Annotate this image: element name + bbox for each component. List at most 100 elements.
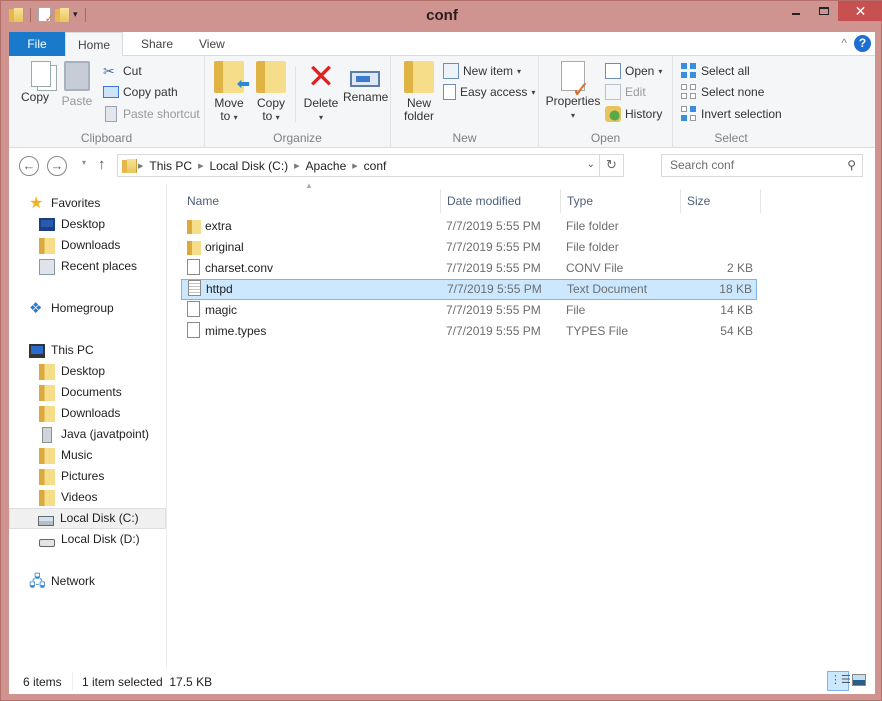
large-icons-view-button[interactable] xyxy=(852,674,866,686)
file-icon xyxy=(187,301,200,317)
explorer-window: ▾ conf ✕ File Home Share View ^ ? Copy P… xyxy=(0,0,882,701)
nav-pc-documents[interactable]: Documents xyxy=(39,382,122,403)
file-size: 2 KB xyxy=(726,261,753,275)
desktop-icon xyxy=(39,218,55,231)
file-name: httpd xyxy=(206,282,233,296)
computer-icon xyxy=(29,343,45,358)
paste-shortcut-button[interactable]: Paste shortcut xyxy=(103,104,200,124)
breadcrumb-this-pc[interactable]: This PC xyxy=(149,159,192,173)
chevron-right-icon[interactable]: ▶ xyxy=(294,162,299,170)
recent-locations-icon[interactable]: ▾ xyxy=(82,158,86,167)
chevron-right-icon[interactable]: ▶ xyxy=(198,162,203,170)
nav-favorites-recent-places[interactable]: Recent places xyxy=(39,256,137,277)
new-folder-button[interactable]: New folder xyxy=(397,61,441,123)
select-group-label: Select xyxy=(714,131,748,145)
column-header-size[interactable]: Size xyxy=(681,189,761,213)
rename-icon xyxy=(350,71,380,87)
column-header-type[interactable]: Type xyxy=(561,189,681,213)
nav-homegroup[interactable]: ❖ Homegroup xyxy=(29,298,114,319)
paste-icon xyxy=(64,61,90,91)
file-type: File folder xyxy=(566,219,619,233)
nav-pc-downloads[interactable]: Downloads xyxy=(39,403,120,424)
address-dropdown-icon[interactable]: ⌄ xyxy=(587,159,595,170)
breadcrumb-local-disk-c[interactable]: Local Disk (C:) xyxy=(209,159,288,173)
file-row-mime-types[interactable]: mime.types 7/7/2019 5:55 PM TYPES File 5… xyxy=(181,322,757,342)
documents-folder-icon xyxy=(39,384,55,401)
up-button[interactable]: ↑ xyxy=(98,156,106,173)
nav-pc-pictures[interactable]: Pictures xyxy=(39,466,104,487)
tab-share[interactable]: Share xyxy=(127,32,187,56)
search-input[interactable]: Search conf ⚲ xyxy=(661,154,863,177)
nav-pc-local-disk-c[interactable]: Local Disk (C:) xyxy=(9,508,166,529)
easy-access-button[interactable]: Easy access ▾ xyxy=(443,82,535,102)
file-size: 18 KB xyxy=(719,282,752,296)
rename-button[interactable]: Rename xyxy=(343,61,388,104)
move-to-button[interactable]: ⬅ Move to ▾ xyxy=(211,61,250,124)
search-icon[interactable]: ⚲ xyxy=(847,155,856,176)
file-date: 7/7/2019 5:55 PM xyxy=(446,240,541,254)
nav-pc-desktop[interactable]: Desktop xyxy=(39,361,105,382)
breadcrumb-apache[interactable]: Apache xyxy=(306,159,347,173)
file-row-magic[interactable]: magic 7/7/2019 5:55 PM File 14 KB xyxy=(181,301,757,321)
nav-network[interactable]: 🖧 Network xyxy=(29,571,95,592)
nav-favorites[interactable]: ★ Favorites xyxy=(29,193,100,214)
paste-button[interactable]: Paste xyxy=(59,61,95,108)
details-view-button[interactable] xyxy=(827,671,851,691)
nav-label: Favorites xyxy=(51,196,101,210)
invert-selection-button[interactable]: Invert selection xyxy=(681,104,782,124)
select-all-label: Select all xyxy=(701,64,750,78)
copy-button[interactable]: Copy xyxy=(17,61,53,104)
nav-favorites-desktop[interactable]: Desktop xyxy=(39,214,105,235)
window-title: conf xyxy=(426,7,458,24)
file-row-original[interactable]: original 7/7/2019 5:55 PM File folder xyxy=(181,238,757,258)
edit-button[interactable]: Edit xyxy=(605,82,646,102)
select-all-button[interactable]: Select all xyxy=(681,61,750,81)
forward-button[interactable]: → xyxy=(47,156,67,176)
nav-label: Local Disk (C:) xyxy=(60,511,139,525)
nav-pc-java[interactable]: Java (javatpoint) xyxy=(39,424,149,445)
tab-home[interactable]: Home xyxy=(65,32,123,57)
delete-button[interactable]: ✕ Delete ▾ xyxy=(301,60,341,124)
nav-pc-music[interactable]: Music xyxy=(39,445,92,466)
back-button[interactable]: ← xyxy=(19,156,39,176)
file-size: 14 KB xyxy=(720,303,753,317)
minimize-button[interactable] xyxy=(782,1,810,21)
file-type: Text Document xyxy=(567,282,648,296)
chevron-right-icon[interactable]: ▶ xyxy=(138,162,143,170)
nav-label: Desktop xyxy=(61,217,106,231)
file-row-httpd[interactable]: httpd 7/7/2019 5:55 PM Text Document 18 … xyxy=(181,279,757,300)
chevron-right-icon[interactable]: ▶ xyxy=(352,162,357,170)
column-header-name[interactable]: Name xyxy=(181,189,441,213)
copy-path-button[interactable]: Copy path xyxy=(103,82,178,102)
open-button[interactable]: Open ▾ xyxy=(605,61,662,81)
nav-pc-videos[interactable]: Videos xyxy=(39,487,97,508)
close-button[interactable]: ✕ xyxy=(838,1,882,21)
nav-label: Music xyxy=(61,448,93,462)
nav-this-pc[interactable]: This PC xyxy=(29,340,94,361)
nav-label: Desktop xyxy=(61,364,106,378)
address-bar[interactable]: ▶ This PC ▶ Local Disk (C:) ▶ Apache ▶ c… xyxy=(117,154,624,177)
nav-favorites-downloads[interactable]: Downloads xyxy=(39,235,120,256)
tab-view[interactable]: View xyxy=(185,32,239,56)
file-row-charset-conv[interactable]: charset.conv 7/7/2019 5:55 PM CONV File … xyxy=(181,259,757,279)
text-document-icon xyxy=(188,280,201,296)
history-button[interactable]: History xyxy=(605,104,662,124)
maximize-button[interactable] xyxy=(810,1,838,21)
new-item-button[interactable]: New item ▾ xyxy=(443,61,521,81)
nav-pc-local-disk-d[interactable]: Local Disk (D:) xyxy=(39,529,140,550)
select-none-button[interactable]: Select none xyxy=(681,82,764,102)
file-name: original xyxy=(205,240,244,254)
tab-file[interactable]: File xyxy=(9,32,65,56)
copy-to-button[interactable]: Copy to ▾ xyxy=(253,61,289,124)
invert-selection-icon xyxy=(681,106,697,122)
file-row-extra[interactable]: extra 7/7/2019 5:55 PM File folder xyxy=(181,217,757,237)
status-bar: 6 items 1 item selected 17.5 KB xyxy=(9,668,875,694)
breadcrumb-conf[interactable]: conf xyxy=(364,159,387,173)
invert-selection-label: Invert selection xyxy=(701,107,782,121)
cut-button[interactable]: ✂ Cut xyxy=(103,61,142,81)
refresh-button[interactable]: ↻ xyxy=(599,155,623,176)
column-header-date-modified[interactable]: Date modified xyxy=(441,189,561,213)
help-icon[interactable]: ? xyxy=(854,35,871,52)
properties-button[interactable]: Properties ▾ xyxy=(545,61,601,122)
collapse-ribbon-icon[interactable]: ^ xyxy=(841,36,847,50)
